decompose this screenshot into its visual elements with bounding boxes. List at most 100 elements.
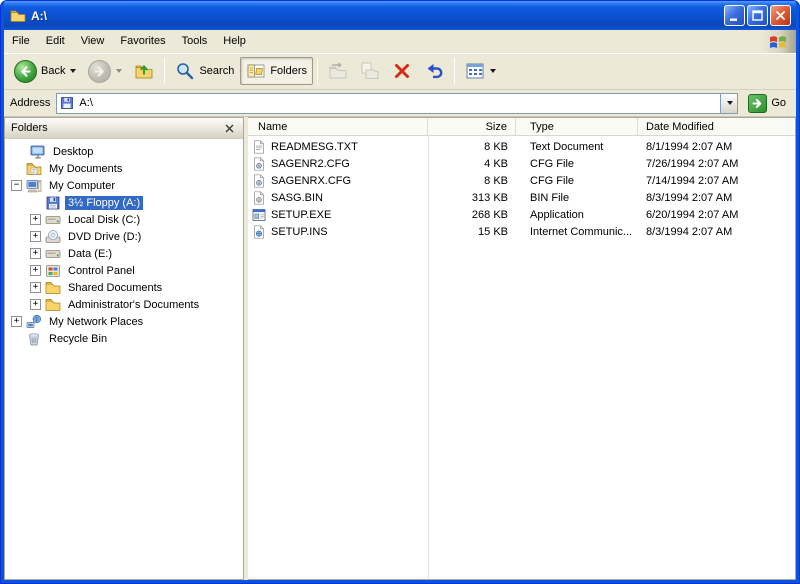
menu-item-tools[interactable]: Tools — [174, 30, 216, 53]
views-button[interactable] — [459, 57, 502, 85]
menu-item-edit[interactable]: Edit — [38, 30, 73, 53]
file-list-pane: Name Size Type Date Modified READMESG.TX… — [248, 117, 796, 580]
tree-item-my-computer[interactable]: −My Computer — [5, 177, 243, 194]
file-name-cell: SAGENRX.CFG — [248, 174, 428, 188]
go-button[interactable]: Go — [744, 94, 790, 113]
tree-item-desktop[interactable]: Desktop — [5, 143, 243, 160]
undo-button[interactable] — [418, 57, 450, 85]
file-list-body: READMESG.TXT8 KBText Document8/1/1994 2:… — [248, 136, 795, 579]
column-header-type[interactable]: Type — [516, 118, 638, 135]
main-area: Folders DesktopMy Documents−My Computer3… — [4, 117, 796, 580]
file-name: SETUP.INS — [271, 226, 328, 238]
expand-expander-icon[interactable]: + — [30, 282, 41, 293]
file-name: SETUP.EXE — [271, 209, 331, 221]
cfg-file-icon — [252, 157, 266, 171]
file-date-modified: 8/3/1994 2:07 AM — [638, 226, 795, 238]
computer-icon — [26, 178, 42, 194]
toolbar: Back Search — [4, 53, 796, 90]
file-row-readmesg-txt[interactable]: READMESG.TXT8 KBText Document8/1/1994 2:… — [248, 138, 795, 155]
copy-to-button[interactable] — [354, 57, 386, 85]
expand-expander-icon[interactable]: + — [30, 299, 41, 310]
minimize-button[interactable] — [724, 5, 745, 26]
text-file-icon — [252, 140, 266, 154]
tree-item-my-network-places[interactable]: +My Network Places — [5, 313, 243, 330]
column-header-date-modified[interactable]: Date Modified — [638, 118, 795, 135]
file-list-header: Name Size Type Date Modified — [248, 118, 795, 136]
expand-expander-icon[interactable]: + — [11, 316, 22, 327]
menu-item-file[interactable]: File — [4, 30, 38, 53]
file-name-cell: SASG.BIN — [248, 191, 428, 205]
tree-item-my-documents[interactable]: My Documents — [5, 160, 243, 177]
toolbar-separator — [454, 58, 455, 84]
file-row-setup-exe[interactable]: SETUP.EXE268 KBApplication6/20/1994 2:07… — [248, 206, 795, 223]
tree-item-administrator-s-documents[interactable]: + Administrator's Documents — [5, 296, 243, 313]
tree-item-data-e[interactable]: +Data (E:) — [5, 245, 243, 262]
back-button[interactable]: Back — [8, 56, 82, 87]
file-size: 8 KB — [428, 175, 516, 187]
expand-expander-icon[interactable]: + — [30, 231, 41, 242]
tree-item-label: Control Panel — [65, 264, 138, 278]
address-input[interactable]: A:\ — [79, 97, 720, 109]
recycle-icon — [26, 331, 42, 347]
forward-button[interactable] — [82, 56, 128, 87]
up-button[interactable] — [128, 57, 160, 85]
expand-expander-icon[interactable]: + — [30, 248, 41, 259]
close-button[interactable] — [770, 5, 791, 26]
folder-icon — [45, 280, 61, 296]
folder-icon — [45, 297, 61, 313]
tree-item-shared-documents[interactable]: + Shared Documents — [5, 279, 243, 296]
tree-item-label: Shared Documents — [65, 281, 165, 295]
menu-item-help[interactable]: Help — [215, 30, 254, 53]
column-header-size-label: Size — [486, 121, 507, 133]
folders-button[interactable]: Folders — [240, 57, 313, 85]
folder-docs-icon — [26, 161, 42, 177]
title-bar[interactable]: A:\ — [4, 1, 796, 30]
tree-item-label: 3½ Floppy (A:) — [65, 196, 143, 210]
tree-item-recycle-bin[interactable]: Recycle Bin — [5, 330, 243, 347]
tree-item-local-disk-c[interactable]: +Local Disk (C:) — [5, 211, 243, 228]
address-dropdown-caret — [727, 101, 733, 105]
bin-file-icon — [252, 191, 266, 205]
move-to-button[interactable] — [322, 57, 354, 85]
search-icon — [175, 61, 195, 81]
delete-button[interactable] — [386, 57, 418, 85]
tree-item-label: My Documents — [46, 162, 125, 176]
folders-pane-close-icon[interactable] — [222, 121, 237, 136]
file-type: Application — [516, 209, 638, 221]
expand-expander-icon[interactable]: + — [30, 214, 41, 225]
drive-icon — [45, 212, 61, 228]
file-row-sagenr2-cfg[interactable]: SAGENR2.CFG4 KBCFG File7/26/1994 2:07 AM — [248, 155, 795, 172]
up-folder-icon — [134, 61, 154, 81]
search-button[interactable]: Search — [169, 57, 240, 85]
collapse-expander-icon[interactable]: − — [11, 180, 22, 191]
column-header-size[interactable]: Size — [428, 118, 516, 135]
file-row-sagenrx-cfg[interactable]: SAGENRX.CFG8 KBCFG File7/14/1994 2:07 AM — [248, 172, 795, 189]
control-panel-icon — [45, 263, 61, 279]
file-size: 313 KB — [428, 192, 516, 204]
tree-item-control-panel[interactable]: + Control Panel — [5, 262, 243, 279]
file-name-cell: SETUP.EXE — [248, 208, 428, 222]
column-header-name[interactable]: Name — [248, 118, 428, 135]
expand-expander-icon[interactable]: + — [30, 265, 41, 276]
file-row-sasg-bin[interactable]: SASG.BIN313 KBBIN File8/3/1994 2:07 AM — [248, 189, 795, 206]
file-type: Internet Communic... — [516, 226, 638, 238]
address-combobox[interactable]: A:\ — [56, 93, 738, 114]
column-header-type-label: Type — [530, 121, 554, 133]
menu-item-view[interactable]: View — [73, 30, 113, 53]
maximize-button[interactable] — [747, 5, 768, 26]
cfg-file-icon — [252, 174, 266, 188]
menu-item-favorites[interactable]: Favorites — [112, 30, 173, 53]
search-button-label: Search — [199, 65, 234, 77]
tree-item-dvd-drive-d[interactable]: +DVD Drive (D:) — [5, 228, 243, 245]
file-row-setup-ins[interactable]: SETUP.INS 15 KBInternet Communic...8/3/19… — [248, 223, 795, 240]
tree-item-3-floppy-a[interactable]: 3½ Floppy (A:) — [5, 194, 243, 211]
address-bar: Address A:\ Go — [4, 90, 796, 117]
file-size: 15 KB — [428, 226, 516, 238]
folders-pane: Folders DesktopMy Documents−My Computer3… — [4, 117, 244, 580]
go-arrow-icon — [748, 94, 767, 113]
back-button-label: Back — [41, 65, 65, 77]
address-dropdown-button[interactable] — [720, 94, 737, 113]
tree-item-label: Administrator's Documents — [65, 298, 202, 312]
go-button-label: Go — [771, 97, 786, 109]
toolbar-separator — [164, 58, 165, 84]
